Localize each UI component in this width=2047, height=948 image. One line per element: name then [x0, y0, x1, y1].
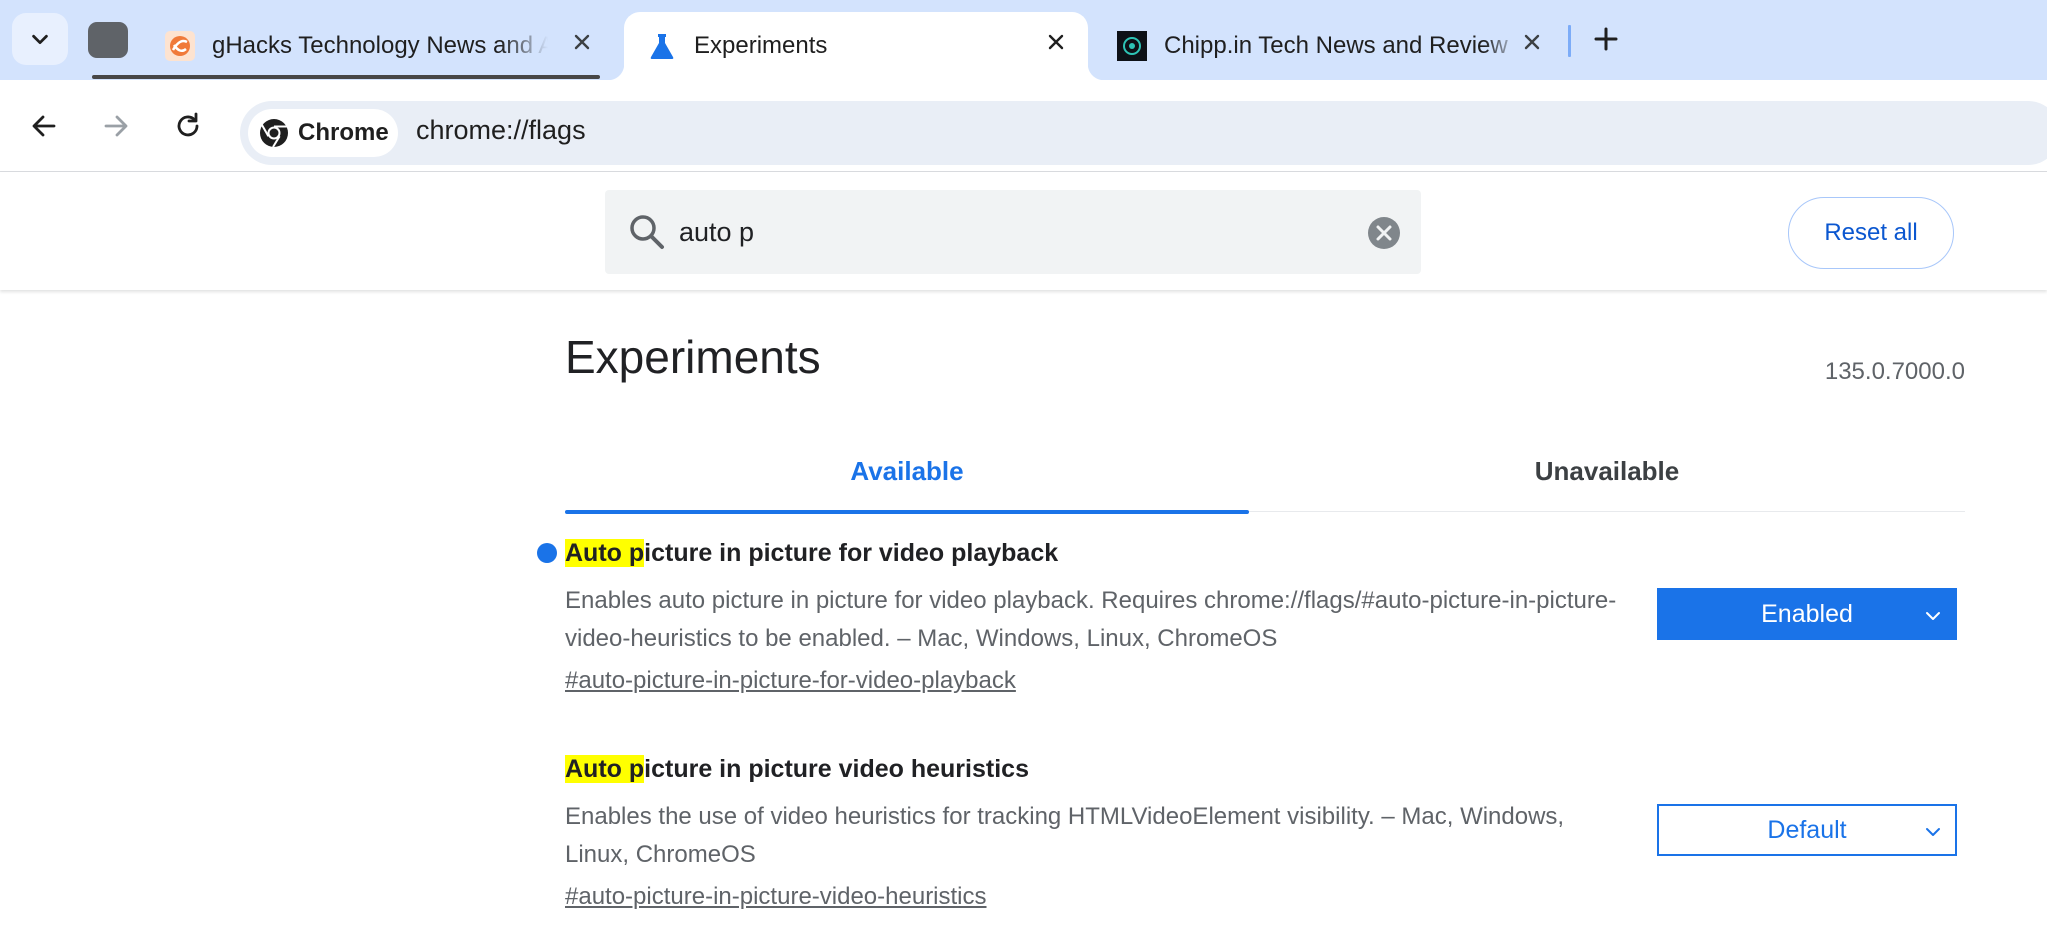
- flag-permalink[interactable]: #auto-picture-in-picture-video-heuristic…: [565, 876, 987, 918]
- modified-indicator: [537, 543, 557, 563]
- chevron-down-icon: [32, 34, 48, 45]
- tab-available[interactable]: Available: [565, 430, 1249, 514]
- flag-description: Enables the use of video heuristics for …: [565, 803, 1565, 868]
- chrome-logo-icon: [260, 119, 288, 148]
- flags-tab-bar: Available Unavailable: [565, 430, 1965, 514]
- search-highlight: Auto p: [565, 755, 645, 783]
- flag-name: Auto picture in picture video heuristics: [565, 748, 1965, 790]
- flag-description: Enables auto picture in picture for vide…: [565, 587, 1617, 652]
- close-icon: [1524, 34, 1540, 50]
- tab-strip: gHacks Technology News and A Experiments…: [0, 0, 2047, 80]
- search-icon: [630, 215, 664, 249]
- tab-title: Chipp.in Tech News and Review: [1164, 32, 1508, 59]
- search-highlight: Auto p: [565, 539, 645, 567]
- browser-toolbar: Chrome chrome://flags: [0, 80, 2047, 172]
- chip-label: Chrome: [298, 119, 389, 146]
- tab-group-underline: [92, 75, 600, 79]
- site-info-chip[interactable]: Chrome: [248, 109, 398, 157]
- tab-close-button[interactable]: [566, 26, 598, 58]
- flags-header: Reset all: [0, 172, 2047, 290]
- forward-button[interactable]: [92, 102, 140, 150]
- flag-state-select[interactable]: Enabled: [1657, 588, 1957, 640]
- arrow-left-icon: [32, 115, 56, 137]
- address-bar[interactable]: Chrome chrome://flags: [240, 101, 2047, 165]
- tab-title: Experiments: [694, 32, 828, 59]
- tab-experiments[interactable]: Experiments: [608, 12, 1104, 80]
- select-value: Default: [1767, 815, 1847, 844]
- chevron-down-icon: [1926, 828, 1940, 836]
- tab-search-button[interactable]: [12, 13, 68, 65]
- chevron-down-icon: [1926, 612, 1940, 620]
- flag-name-rest: icture in picture for video playback: [644, 539, 1059, 567]
- back-button[interactable]: [20, 102, 68, 150]
- tab-separator: [1568, 25, 1571, 57]
- version-number: 135.0.7000.0: [1824, 358, 1965, 385]
- flag-permalink[interactable]: #auto-picture-in-picture-for-video-playb…: [565, 660, 1016, 702]
- tab-close-button[interactable]: [1040, 26, 1072, 58]
- flag-state-select[interactable]: Default: [1657, 804, 1957, 856]
- close-icon: [1048, 34, 1064, 50]
- tab-title: gHacks Technology News and A: [212, 32, 548, 59]
- close-icon: [574, 34, 590, 50]
- flag-entry: Auto picture in picture for video playba…: [537, 532, 1965, 702]
- reload-button[interactable]: [164, 102, 212, 150]
- tab-close-button[interactable]: [1516, 26, 1548, 58]
- tab-unavailable[interactable]: Unavailable: [1249, 430, 1965, 512]
- ghacks-favicon: [164, 30, 196, 62]
- new-tab-button[interactable]: [1584, 17, 1628, 61]
- flag-name-rest: icture in picture video heuristics: [644, 755, 1029, 783]
- tab-ghacks[interactable]: gHacks Technology News and A: [128, 12, 612, 80]
- search-input[interactable]: [679, 210, 1319, 254]
- chippin-favicon: [1116, 30, 1148, 62]
- url-text[interactable]: chrome://flags: [416, 115, 586, 146]
- page-title: Experiments: [565, 331, 821, 383]
- clear-search-icon[interactable]: [1367, 216, 1401, 250]
- select-value: Enabled: [1761, 599, 1853, 628]
- tab-chippin[interactable]: Chipp.in Tech News and Review: [1100, 12, 1556, 80]
- flag-entry: Auto picture in picture video heuristics…: [565, 748, 1965, 918]
- flags-search-box[interactable]: [605, 190, 1421, 274]
- flask-icon: [646, 30, 678, 62]
- reset-all-button[interactable]: Reset all: [1788, 197, 1954, 269]
- reload-icon: [177, 112, 199, 137]
- plus-icon: [1594, 27, 1618, 51]
- flag-name: Auto picture in picture for video playba…: [565, 532, 1965, 574]
- arrow-right-icon: [104, 115, 128, 137]
- tab-group-chip[interactable]: [88, 22, 128, 58]
